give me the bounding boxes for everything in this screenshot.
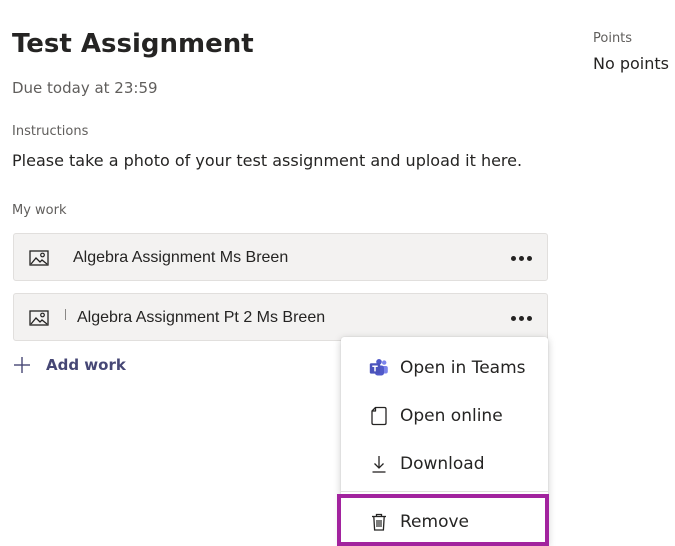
instructions-label: Instructions <box>12 124 89 139</box>
download-icon <box>372 456 386 473</box>
ellipsis-dot <box>510 315 516 321</box>
menu-item-remove[interactable]: Remove <box>341 500 548 544</box>
trash-icon <box>372 513 386 531</box>
page-title: Test Assignment <box>12 29 254 59</box>
my-work-label: My work <box>12 203 67 218</box>
context-menu: Open in Teams Open online Download Remov… <box>341 337 548 546</box>
due-date: Due today at 23:59 <box>12 79 158 97</box>
menu-item-label: Download <box>400 454 485 474</box>
more-options-button[interactable] <box>509 248 533 268</box>
teams-icon <box>369 359 388 376</box>
menu-divider <box>341 491 548 492</box>
add-work-button[interactable]: Add work <box>13 352 126 378</box>
add-work-label: Add work <box>46 356 126 374</box>
work-item-name[interactable]: Algebra Assignment Ms Breen <box>73 249 288 267</box>
work-item[interactable]: Algebra Assignment Ms Breen <box>13 233 548 281</box>
ellipsis-dot <box>526 315 532 321</box>
points-label: Points <box>593 31 633 46</box>
instructions-text: Please take a photo of your test assignm… <box>12 151 523 170</box>
menu-item-open-online[interactable]: Open online <box>341 394 548 438</box>
points-value: No points <box>593 54 669 73</box>
more-options-button[interactable] <box>509 308 533 328</box>
image-file-icon <box>29 310 49 326</box>
work-item[interactable]: Algebra Assignment Pt 2 Ms Breen <box>13 293 548 341</box>
ellipsis-dot <box>518 315 524 321</box>
menu-item-download[interactable]: Download <box>341 442 548 486</box>
image-file-icon <box>29 250 49 266</box>
menu-item-label: Open in Teams <box>400 358 526 378</box>
text-cursor-mark <box>65 309 66 320</box>
document-icon <box>371 406 387 426</box>
ellipsis-dot <box>526 255 532 261</box>
ellipsis-dot <box>510 255 516 261</box>
menu-item-label: Open online <box>400 406 503 426</box>
plus-icon <box>14 357 30 373</box>
assignment-page: Test Assignment Due today at 23:59 Point… <box>0 0 675 546</box>
ellipsis-dot <box>518 255 524 261</box>
work-item-name[interactable]: Algebra Assignment Pt 2 Ms Breen <box>77 309 325 327</box>
menu-item-label: Remove <box>400 512 469 532</box>
menu-item-open-in-teams[interactable]: Open in Teams <box>341 346 548 390</box>
